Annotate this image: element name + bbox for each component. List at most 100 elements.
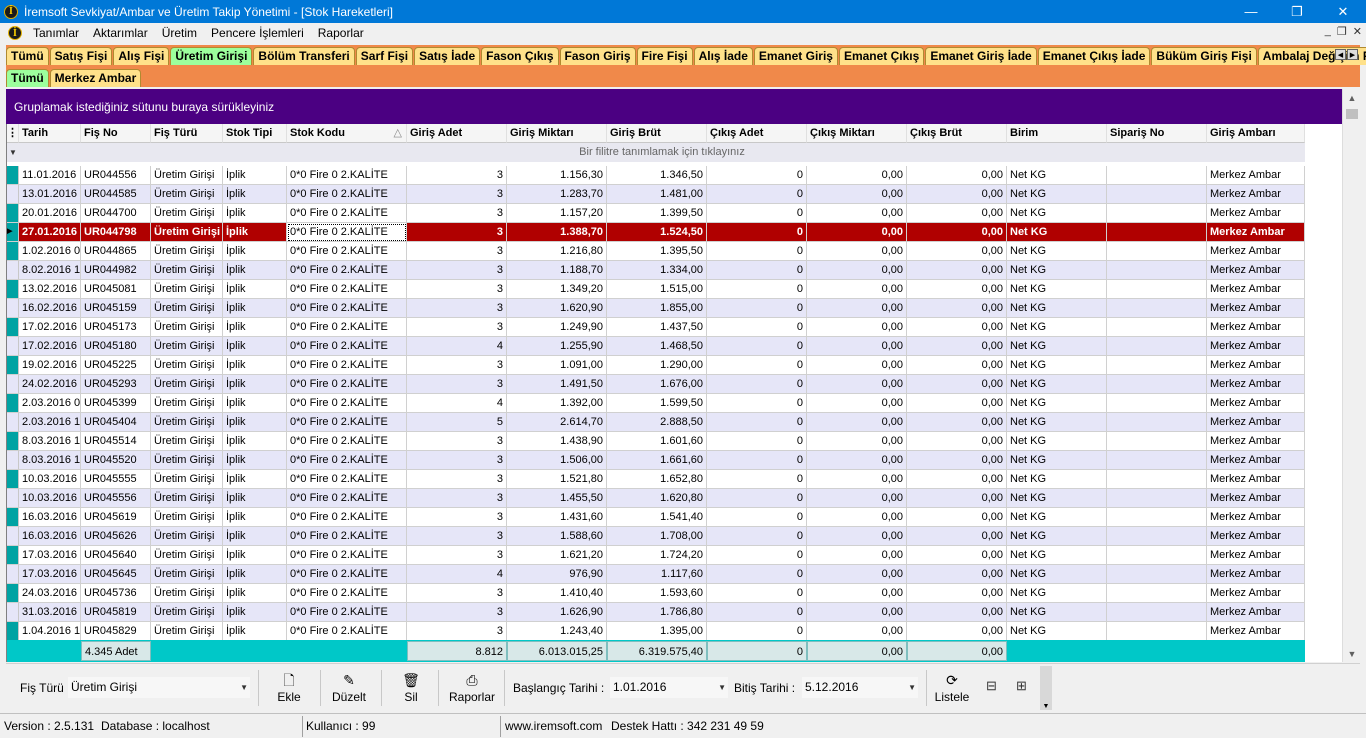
- cell-giris-miktari[interactable]: 2.614,70: [507, 413, 607, 432]
- cell-giris-miktari[interactable]: 1.521,80: [507, 470, 607, 489]
- column-header-siparis-no[interactable]: Sipariş No: [1107, 124, 1207, 143]
- fis-turu-tab[interactable]: Emanet Giriş İade: [925, 47, 1037, 65]
- fis-turu-tab[interactable]: Satış Fişi: [49, 47, 113, 65]
- cell-stok-tipi[interactable]: İplik: [223, 223, 287, 242]
- table-row[interactable]: 2.03.2016 0 UR045399 Üretim Girişi İplik 0*0…: [7, 394, 1305, 413]
- cell-fis-no[interactable]: UR045514: [81, 432, 151, 451]
- cell-fis-turu[interactable]: Üretim Girişi: [151, 451, 223, 470]
- table-row[interactable]: 11.01.2016 UR044556 Üretim Girişi İplik 0*0 …: [7, 166, 1305, 185]
- cell-cikis-adet[interactable]: 0: [707, 527, 807, 546]
- table-row[interactable]: 19.02.2016 UR045225 Üretim Girişi İplik 0*0 …: [7, 356, 1305, 375]
- cell-siparis-no[interactable]: [1107, 337, 1207, 356]
- cell-giris-brut[interactable]: 1.708,00: [607, 527, 707, 546]
- table-row[interactable]: 17.02.2016 UR045180 Üretim Girişi İplik 0*0 …: [7, 337, 1305, 356]
- ambar-tab[interactable]: Tümü: [6, 69, 49, 87]
- cell-siparis-no[interactable]: [1107, 470, 1207, 489]
- cell-stok-kodu[interactable]: 0*0 Fire 0 2.KALİTE: [287, 394, 407, 413]
- group-by-panel[interactable]: Gruplamak istediğiniz sütunu buraya sürü…: [6, 89, 1342, 124]
- cell-tarih[interactable]: 13.01.2016: [19, 185, 81, 204]
- cell-fis-no[interactable]: UR045404: [81, 413, 151, 432]
- cell-birim[interactable]: Net KG: [1007, 318, 1107, 337]
- filter-row[interactable]: ▼ Bir filitre tanımlamak için tıklayınız: [7, 143, 1305, 162]
- cell-giris-miktari[interactable]: 1.410,40: [507, 584, 607, 603]
- cell-giris-ambari[interactable]: Merkez Ambar: [1207, 299, 1305, 318]
- cell-stok-tipi[interactable]: İplik: [223, 413, 287, 432]
- cell-fis-no[interactable]: UR044798: [81, 223, 151, 242]
- cell-siparis-no[interactable]: [1107, 432, 1207, 451]
- cell-stok-tipi[interactable]: İplik: [223, 166, 287, 185]
- cell-siparis-no[interactable]: [1107, 451, 1207, 470]
- cell-giris-brut[interactable]: 1.395,50: [607, 242, 707, 261]
- fis-turu-tab[interactable]: Sarf Fişi: [355, 47, 414, 65]
- fis-turu-tab[interactable]: Büküm Giriş Fişi: [1151, 47, 1257, 65]
- cell-fis-no[interactable]: UR045619: [81, 508, 151, 527]
- column-header-stok-tipi[interactable]: Stok Tipi: [223, 124, 287, 143]
- cell-siparis-no[interactable]: [1107, 223, 1207, 242]
- cell-cikis-miktari[interactable]: 0,00: [807, 261, 907, 280]
- cell-fis-no[interactable]: UR045556: [81, 489, 151, 508]
- scroll-thumb[interactable]: [1346, 109, 1358, 119]
- cell-tarih[interactable]: 8.03.2016 1: [19, 451, 81, 470]
- fis-turu-tab[interactable]: Bölüm Transferi: [253, 47, 355, 65]
- cell-tarih[interactable]: 19.02.2016: [19, 356, 81, 375]
- cell-stok-tipi[interactable]: İplik: [223, 394, 287, 413]
- cell-giris-miktari[interactable]: 1.620,90: [507, 299, 607, 318]
- cell-giris-brut[interactable]: 1.481,00: [607, 185, 707, 204]
- cell-cikis-adet[interactable]: 0: [707, 622, 807, 641]
- cell-cikis-adet[interactable]: 0: [707, 451, 807, 470]
- cell-giris-miktari[interactable]: 1.216,80: [507, 242, 607, 261]
- cell-cikis-miktari[interactable]: 0,00: [807, 223, 907, 242]
- cell-fis-turu[interactable]: Üretim Girişi: [151, 280, 223, 299]
- table-row[interactable]: 17.03.2016 UR045645 Üretim Girişi İplik 0*0 …: [7, 565, 1305, 584]
- maximize-button[interactable]: ❐: [1274, 0, 1320, 23]
- cell-giris-miktari[interactable]: 1.491,50: [507, 375, 607, 394]
- cell-fis-turu[interactable]: Üretim Girişi: [151, 546, 223, 565]
- table-row[interactable]: 8.03.2016 1 UR045520 Üretim Girişi İplik 0*0…: [7, 451, 1305, 470]
- cell-stok-kodu[interactable]: 0*0 Fire 0 2.KALİTE: [287, 565, 407, 584]
- cell-cikis-miktari[interactable]: 0,00: [807, 413, 907, 432]
- cell-fis-no[interactable]: UR045293: [81, 375, 151, 394]
- cell-stok-tipi[interactable]: İplik: [223, 375, 287, 394]
- cell-cikis-miktari[interactable]: 0,00: [807, 451, 907, 470]
- column-header-giris-adet[interactable]: Giriş Adet: [407, 124, 507, 143]
- cell-giris-ambari[interactable]: Merkez Ambar: [1207, 261, 1305, 280]
- cell-fis-turu[interactable]: Üretim Girişi: [151, 318, 223, 337]
- cell-cikis-miktari[interactable]: 0,00: [807, 508, 907, 527]
- cell-cikis-adet[interactable]: 0: [707, 489, 807, 508]
- cell-giris-ambari[interactable]: Merkez Ambar: [1207, 603, 1305, 622]
- cell-cikis-miktari[interactable]: 0,00: [807, 394, 907, 413]
- cell-giris-ambari[interactable]: Merkez Ambar: [1207, 394, 1305, 413]
- cell-stok-tipi[interactable]: İplik: [223, 261, 287, 280]
- cell-cikis-adet[interactable]: 0: [707, 565, 807, 584]
- cell-tarih[interactable]: 24.03.2016: [19, 584, 81, 603]
- cell-fis-no[interactable]: UR045555: [81, 470, 151, 489]
- cell-cikis-brut[interactable]: 0,00: [907, 299, 1007, 318]
- tab-scroll-right-icon[interactable]: ▶: [1347, 49, 1358, 60]
- tab-scroll-left-icon[interactable]: ◀: [1335, 49, 1346, 60]
- cell-siparis-no[interactable]: [1107, 622, 1207, 641]
- column-header-stok-kodu[interactable]: Stok Kodu △: [287, 124, 407, 143]
- cell-giris-ambari[interactable]: Merkez Ambar: [1207, 565, 1305, 584]
- cell-fis-turu[interactable]: Üretim Girişi: [151, 622, 223, 641]
- cell-birim[interactable]: Net KG: [1007, 242, 1107, 261]
- cell-giris-adet[interactable]: 3: [407, 318, 507, 337]
- cell-stok-tipi[interactable]: İplik: [223, 527, 287, 546]
- cell-giris-miktari[interactable]: 1.588,60: [507, 527, 607, 546]
- cell-cikis-adet[interactable]: 0: [707, 375, 807, 394]
- scroll-up-icon[interactable]: ▲: [1343, 89, 1361, 106]
- cell-stok-tipi[interactable]: İplik: [223, 185, 287, 204]
- cell-stok-kodu[interactable]: 0*0 Fire 0 2.KALİTE: [287, 470, 407, 489]
- cell-cikis-miktari[interactable]: 0,00: [807, 489, 907, 508]
- cell-giris-ambari[interactable]: Merkez Ambar: [1207, 185, 1305, 204]
- cell-giris-adet[interactable]: 3: [407, 622, 507, 641]
- mdi-restore-button[interactable]: ❐: [1337, 25, 1347, 38]
- cell-stok-tipi[interactable]: İplik: [223, 508, 287, 527]
- cell-cikis-miktari[interactable]: 0,00: [807, 299, 907, 318]
- cell-siparis-no[interactable]: [1107, 356, 1207, 375]
- cell-birim[interactable]: Net KG: [1007, 394, 1107, 413]
- cell-stok-tipi[interactable]: İplik: [223, 565, 287, 584]
- table-row[interactable]: 16.03.2016 UR045619 Üretim Girişi İplik 0*0 …: [7, 508, 1305, 527]
- cell-fis-turu[interactable]: Üretim Girişi: [151, 337, 223, 356]
- cell-fis-no[interactable]: UR044982: [81, 261, 151, 280]
- column-header-cikis-brut[interactable]: Çıkış Brüt: [907, 124, 1007, 143]
